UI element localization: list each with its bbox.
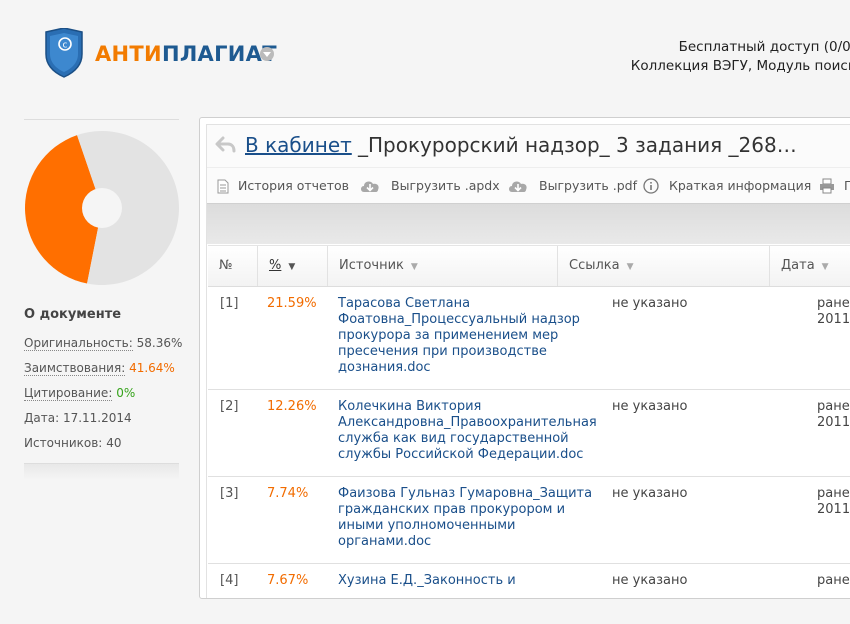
row-date: ранее: [817, 573, 850, 588]
table-header: № % ▼ Источник ▼ Ссылка ▼ Дата ▼: [208, 245, 850, 287]
sidebar-footer-divider: [24, 463, 179, 480]
download-pdf-button[interactable]: Выгрузить .pdf: [539, 178, 637, 193]
row-link: не указано: [612, 296, 688, 311]
info-icon: [643, 178, 659, 194]
column-header-link-label: Ссылка: [569, 258, 620, 273]
report-toolbar: История отчетов Выгрузить .apdx Выгрузит…: [207, 167, 850, 204]
sort-desc-icon: ▼: [288, 262, 296, 272]
print-icon: [820, 178, 834, 194]
cloud-download-icon: [509, 181, 527, 192]
row-source-link[interactable]: Хузина Е.Д._Законность и: [338, 573, 600, 589]
row-percent: 12.26%: [267, 399, 317, 414]
report-panel: В кабинет _Прокурорский надзор_ 3 задани…: [199, 117, 850, 599]
document-title: _Прокурорский надзор_ 3 задания _268…: [358, 133, 797, 157]
sources-label: Источников:: [24, 436, 103, 450]
column-header-date-label: Дата: [781, 258, 815, 273]
back-arrow-icon[interactable]: [215, 136, 237, 154]
document-icon: [217, 179, 229, 194]
antiplagiat-logo[interactable]: c АНТИПЛАГИАТ: [44, 28, 284, 78]
sort-icon: ▼: [410, 262, 418, 272]
sources-value: 40: [106, 436, 122, 450]
table-row[interactable]: [4] 7.67% Хузина Е.Д._Законность и не ук…: [208, 564, 850, 624]
column-header-source-label: Источник: [339, 258, 404, 273]
row-percent: 7.67%: [267, 573, 309, 588]
row-link: не указано: [612, 573, 688, 588]
divider: [24, 119, 179, 120]
sort-icon: ▼: [626, 262, 634, 272]
column-header-link[interactable]: Ссылка ▼: [558, 246, 770, 286]
column-header-num-label: №: [219, 258, 233, 273]
table-row[interactable]: [1] 21.59% Тарасова Светлана Фоатовна_Пр…: [208, 287, 850, 390]
brief-info-button[interactable]: Краткая информация: [669, 178, 811, 193]
table-row[interactable]: [2] 12.26% Колечкина Виктория Александро…: [208, 390, 850, 477]
document-info-title: О документе: [24, 307, 122, 322]
table-row[interactable]: [3] 7.74% Фаизова Гульназ Гумаровна_Защи…: [208, 477, 850, 564]
row-number: [3]: [220, 486, 239, 501]
account-info: Бесплатный доступ (0/0) Коллекция ВЭГУ, …: [631, 38, 850, 76]
cabinet-link[interactable]: В кабинет: [245, 133, 352, 157]
row-source-link[interactable]: Тарасова Светлана Фоатовна_Процессуальны…: [338, 296, 600, 376]
toolbar-band: [207, 203, 850, 244]
row-date: ранее 2011: [817, 486, 850, 517]
originality-value: 58.36%: [136, 336, 183, 350]
download-apdx-button[interactable]: Выгрузить .apdx: [391, 178, 500, 193]
svg-text:c: c: [63, 41, 68, 51]
originality-label[interactable]: Оригинальность:: [24, 336, 133, 351]
collection-info: Коллекция ВЭГУ, Модуль поиск: [630, 58, 850, 74]
row-number: [1]: [220, 296, 239, 311]
row-percent: 21.59%: [267, 296, 317, 311]
column-header-percent-label: %: [269, 258, 282, 273]
sort-icon: ▼: [821, 262, 829, 272]
row-date: ранее 2011: [817, 399, 850, 430]
row-number: [2]: [220, 399, 239, 414]
date-label: Дата:: [24, 411, 60, 425]
document-info: О документе Оригинальность: 58.36% Заимс…: [24, 307, 184, 456]
column-header-source[interactable]: Источник ▼: [328, 246, 558, 286]
citation-value: 0%: [116, 386, 136, 400]
logo-text-anti: АНТИ: [95, 42, 162, 66]
date-value: 17.11.2014: [62, 411, 132, 425]
borrowing-label[interactable]: Заимствования:: [24, 361, 126, 376]
row-date: ранее 2011: [817, 296, 850, 327]
logo-text: АНТИПЛАГИАТ: [95, 42, 277, 66]
access-info: Бесплатный доступ (0/0): [678, 39, 850, 55]
borrowing-row: Заимствования: 41.64%: [24, 356, 184, 381]
cloud-download-icon: [361, 181, 379, 192]
column-header-percent[interactable]: % ▼: [258, 246, 328, 286]
row-link: не указано: [612, 486, 688, 501]
citation-row: Цитирование: 0%: [24, 381, 184, 406]
row-number: [4]: [220, 573, 239, 588]
row-percent: 7.74%: [267, 486, 309, 501]
row-link: не указано: [612, 399, 688, 414]
column-header-num[interactable]: №: [208, 246, 258, 286]
originality-row: Оригинальность: 58.36%: [24, 331, 184, 356]
document-sidebar: О документе Оригинальность: 58.36% Заимс…: [24, 119, 182, 480]
print-button[interactable]: Пе: [844, 178, 850, 193]
sources-row: Источников: 40: [24, 431, 184, 456]
sources-table: № % ▼ Источник ▼ Ссылка ▼ Дата ▼ [1] 21.59% …: [208, 245, 850, 624]
borrowing-value: 41.64%: [129, 361, 175, 375]
column-header-date[interactable]: Дата ▼: [770, 246, 850, 286]
originality-donut-chart: [25, 131, 179, 285]
report-history-button[interactable]: История отчетов: [238, 178, 349, 193]
date-row: Дата: 17.11.2014: [24, 406, 184, 431]
donut-hole: [82, 188, 122, 228]
row-source-link[interactable]: Колечкина Виктория Александровна_Правоох…: [338, 399, 600, 463]
shield-logo-icon: c: [45, 28, 83, 78]
report-inner: В кабинет _Прокурорский надзор_ 3 задани…: [206, 124, 850, 598]
report-title-bar: В кабинет _Прокурорский надзор_ 3 задани…: [207, 125, 850, 167]
chevron-down-icon[interactable]: [260, 47, 274, 61]
row-source-link[interactable]: Фаизова Гульназ Гумаровна_Защита граждан…: [338, 486, 600, 550]
citation-label[interactable]: Цитирование:: [24, 386, 113, 401]
